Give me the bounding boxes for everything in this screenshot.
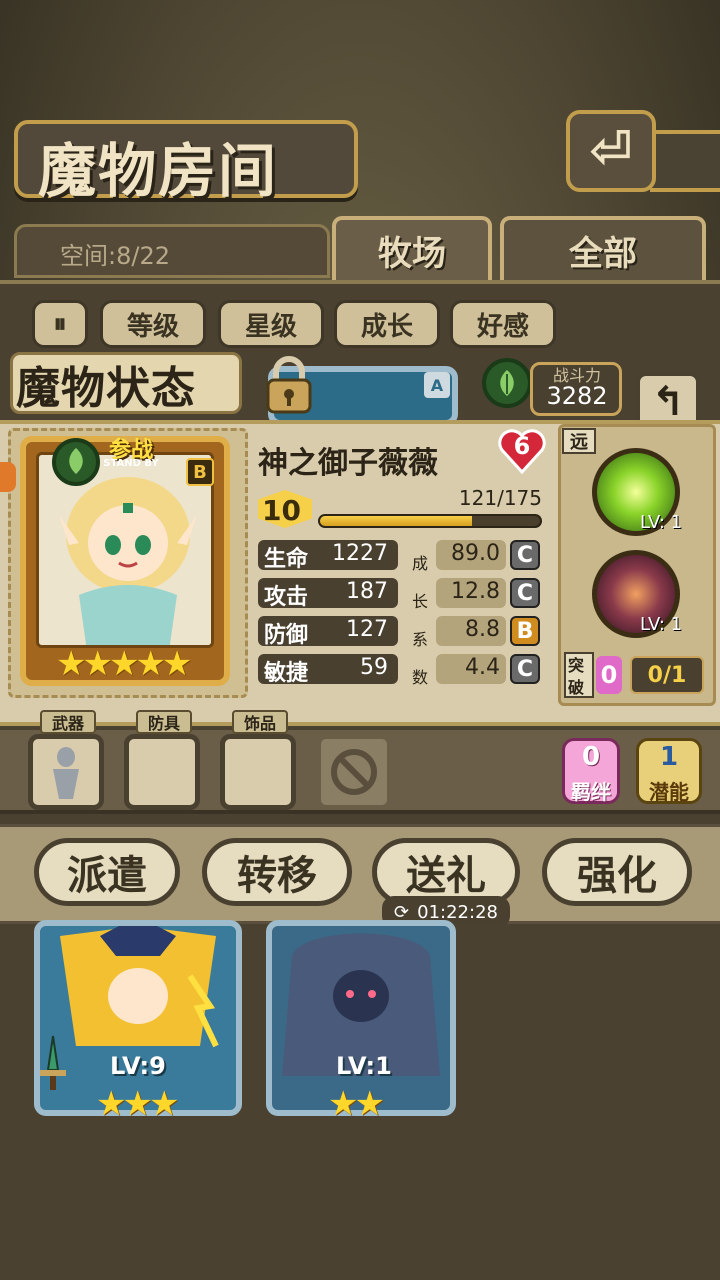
filter-affection-button[interactable]: 好感 <box>450 300 556 348</box>
back-button[interactable]: ⏎ <box>566 110 656 192</box>
exp-text: 121/175 <box>458 486 542 510</box>
standby-sub: STAND BY <box>103 458 159 469</box>
filter-star-button[interactable]: 星级 <box>218 300 324 348</box>
accessory-slot[interactable] <box>220 734 296 810</box>
accessory-label: 饰品 <box>232 710 288 734</box>
growth-value: 89.0 <box>451 541 500 566</box>
tab-ranch-label: 牧场 <box>378 233 446 274</box>
skill-1-level: LV: 1 <box>640 512 683 533</box>
tab-ranch[interactable]: 牧场 <box>332 216 492 280</box>
locked-slot <box>316 734 392 810</box>
prev-arrow-icon[interactable] <box>0 462 16 492</box>
transfer-button[interactable]: 转移 <box>202 838 352 906</box>
tab-all[interactable]: 全部 <box>500 216 706 280</box>
growth-grade: B <box>510 616 540 646</box>
sort-toggle-button[interactable]: ⏸ <box>32 300 88 348</box>
potential-label: 潜能 <box>649 780 689 804</box>
stat-value: 59 <box>360 655 388 680</box>
potential-value: 1 <box>659 742 679 772</box>
dispatch-button[interactable]: 派遣 <box>34 838 180 906</box>
range-tag: 远 <box>562 428 596 454</box>
stat-label: 攻击 <box>264 585 309 610</box>
exp-bar <box>318 514 542 528</box>
break-progress: 0/1 <box>630 656 704 694</box>
stat-label: 敏捷 <box>264 661 309 686</box>
weapon-slot[interactable] <box>28 734 104 810</box>
growth-grade: C <box>510 540 540 570</box>
return-arrow-icon: ⏎ <box>589 121 633 181</box>
element-badge <box>482 358 532 408</box>
break-label-1: 突 <box>568 656 585 675</box>
power-value: 3282 <box>546 382 608 410</box>
pause-sort-icon: ⏸ <box>53 308 67 339</box>
break-current: 0 <box>596 656 622 694</box>
tab-all-label: 全部 <box>569 233 637 274</box>
stat-label: 防御 <box>264 623 309 648</box>
affection-value: 6 <box>513 432 531 460</box>
weapon-statue-icon <box>53 747 79 799</box>
monster-status-title: 魔物状态 <box>16 363 196 414</box>
page-title: 魔物房间 <box>38 137 279 205</box>
bond-label: 羁绊 <box>571 780 611 804</box>
stat-value: 1227 <box>332 541 388 566</box>
stat-value: 187 <box>346 579 388 604</box>
rank-badge: B <box>186 458 214 486</box>
forbidden-icon <box>331 749 377 795</box>
growth-value: 4.4 <box>465 655 500 680</box>
filter-level-button[interactable]: 等级 <box>100 300 206 348</box>
star-rating: ★★★★★ <box>56 644 192 684</box>
weapon-label: 武器 <box>40 710 96 734</box>
armor-label: 防具 <box>136 710 192 734</box>
capacity-text: 空间:8/22 <box>60 242 170 270</box>
growth-value: 8.8 <box>465 617 500 642</box>
top-strip <box>650 130 720 192</box>
stat-label: 生命 <box>264 547 309 572</box>
growth-char-3: 系 <box>412 630 429 649</box>
bond-value: 0 <box>581 742 601 772</box>
monster-name: 神之御子薇薇 <box>258 446 438 481</box>
skill-2-level: LV: 1 <box>640 614 683 635</box>
card-stars-1: ★★★ <box>96 1084 179 1124</box>
growth-char-2: 长 <box>412 592 429 611</box>
break-label-2: 破 <box>568 678 585 697</box>
growth-char-4: 数 <box>412 668 429 687</box>
exp-bar-fill <box>320 516 472 526</box>
growth-grade: C <box>510 654 540 684</box>
card-stars-2: ★★ <box>328 1084 385 1124</box>
enhance-button[interactable]: 强化 <box>542 838 692 906</box>
padlock-icon <box>266 356 312 414</box>
growth-value: 12.8 <box>451 579 500 604</box>
filter-growth-button[interactable]: 成长 <box>334 300 440 348</box>
card-level-2: LV:1 <box>336 1052 392 1080</box>
growth-char-1: 成 <box>412 554 429 573</box>
lock-button[interactable] <box>258 356 320 416</box>
ghost-monster-image <box>282 933 440 1076</box>
sword-icon <box>36 1034 70 1094</box>
card-rank-badge: A <box>424 372 450 398</box>
leaf-icon <box>500 370 514 396</box>
level-value: 10 <box>262 494 301 527</box>
card-level-1: LV:9 <box>110 1052 166 1080</box>
growth-grade: C <box>510 578 540 608</box>
stat-value: 127 <box>346 617 388 642</box>
return-arrow-icon: ↰ <box>651 379 685 425</box>
armor-slot[interactable] <box>124 734 200 810</box>
